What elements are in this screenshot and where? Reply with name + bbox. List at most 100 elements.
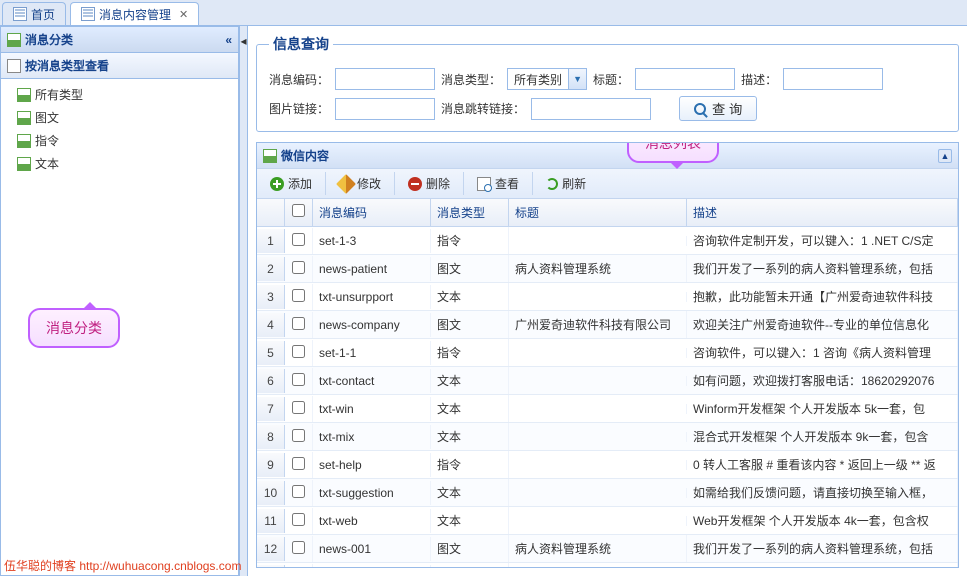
- table-row[interactable]: 4news-company图文广州爱奇迪软件科技有限公司欢迎关注广州爱奇迪软件-…: [257, 311, 958, 339]
- tree-item-all[interactable]: 所有类型: [13, 83, 238, 106]
- refresh-button[interactable]: 刷新: [539, 172, 593, 195]
- collapse-up-icon[interactable]: ▲: [938, 149, 952, 163]
- cell-title: [509, 432, 687, 442]
- table-row[interactable]: 1set-1-3指令咨询软件定制开发，可以键入：1 .NET C/S定: [257, 227, 958, 255]
- cell-desc: 如有问题，欢迎拨打客服电话：18620292076: [687, 367, 958, 394]
- row-checkbox[interactable]: [285, 424, 313, 450]
- callout-category: 消息分类: [28, 308, 120, 348]
- table-row[interactable]: 9set-help指令0 转人工客服 # 重看该内容 * 返回上一级 ** 返: [257, 451, 958, 479]
- close-icon[interactable]: ✕: [179, 8, 188, 21]
- table-row[interactable]: 2news-patient图文病人资料管理系统我们开发了一系列的病人资料管理系统…: [257, 255, 958, 283]
- cell-desc: 了解我们可以通过键入：1 查看公司信息 2 联: [687, 563, 958, 567]
- col-title[interactable]: 标题: [509, 199, 687, 226]
- cell-code: txt-contact: [313, 369, 431, 393]
- note-icon: [7, 59, 21, 73]
- cell-code: news-001: [313, 537, 431, 561]
- rownum: 12: [257, 537, 285, 561]
- tree-item-tuwen[interactable]: 图文: [13, 106, 238, 129]
- button-label: 查看: [495, 175, 519, 192]
- table-row[interactable]: 6txt-contact文本如有问题，欢迎拨打客服电话：18620292076: [257, 367, 958, 395]
- col-checkbox-all[interactable]: [285, 199, 313, 226]
- cell-title: [509, 516, 687, 526]
- row-checkbox[interactable]: [285, 536, 313, 562]
- cell-code: txt-mix: [313, 425, 431, 449]
- row-checkbox[interactable]: [285, 340, 313, 366]
- page-icon: [13, 7, 27, 21]
- input-title[interactable]: [635, 68, 735, 90]
- add-button[interactable]: 添加: [263, 172, 319, 195]
- row-checkbox[interactable]: [285, 368, 313, 394]
- input-imglink[interactable]: [335, 98, 435, 120]
- row-checkbox[interactable]: [285, 396, 313, 422]
- table-row[interactable]: 12news-001图文病人资料管理系统我们开发了一系列的病人资料管理系统，包括: [257, 535, 958, 563]
- tree-item-wenben[interactable]: 文本: [13, 152, 238, 175]
- grid-icon: [17, 111, 31, 125]
- table-row[interactable]: 3txt-unsurpport文本抱歉，此功能暂未开通【广州爱奇迪软件科技: [257, 283, 958, 311]
- grid-icon: [7, 33, 21, 47]
- rownum: 9: [257, 453, 285, 477]
- cell-type: 指令: [431, 227, 509, 254]
- table-row[interactable]: 8txt-mix文本混合式开发框架 个人开发版本 9k一套，包含: [257, 423, 958, 451]
- grid-column-header: 消息编码 消息类型 标题 描述: [257, 199, 958, 227]
- cell-desc: 我们开发了一系列的病人资料管理系统，包括: [687, 535, 958, 562]
- collapse-icon[interactable]: «: [225, 33, 232, 47]
- grid-icon: [17, 157, 31, 171]
- cell-type: 指令: [431, 451, 509, 478]
- table-row[interactable]: 10txt-suggestion文本如需给我们反馈问题，请直接切换至输入框，: [257, 479, 958, 507]
- table-row[interactable]: 5set-1-1指令咨询软件，可以键入：1 咨询《病人资料管理: [257, 339, 958, 367]
- table-row[interactable]: 11txt-web文本Web开发框架 个人开发版本 4k一套，包含权: [257, 507, 958, 535]
- view-button[interactable]: 查看: [470, 172, 526, 195]
- callout-text: 消息列表: [645, 142, 701, 151]
- button-label: 修改: [357, 175, 381, 192]
- cell-type: 指令: [431, 563, 509, 567]
- tab-home[interactable]: 首页: [2, 2, 66, 25]
- rownum: 4: [257, 313, 285, 337]
- rownum: 1: [257, 229, 285, 253]
- row-checkbox[interactable]: [285, 256, 313, 282]
- cell-title: [509, 460, 687, 470]
- row-checkbox[interactable]: [285, 228, 313, 254]
- grid-icon: [263, 149, 277, 163]
- row-checkbox[interactable]: [285, 508, 313, 534]
- splitter[interactable]: ◂: [240, 26, 248, 576]
- grid-icon: [17, 134, 31, 148]
- col-desc[interactable]: 描述: [687, 199, 958, 226]
- tab-message-manage[interactable]: 消息内容管理 ✕: [70, 2, 199, 25]
- select-type[interactable]: 所有类别 ▼: [507, 68, 587, 90]
- row-checkbox[interactable]: [285, 564, 313, 568]
- grid-body: 1set-1-3指令咨询软件定制开发，可以键入：1 .NET C/S定2news…: [257, 227, 958, 567]
- tree-item-zhiling[interactable]: 指令: [13, 129, 238, 152]
- sidebar-subheader[interactable]: 按消息类型查看: [0, 53, 239, 79]
- cell-type: 文本: [431, 479, 509, 506]
- cell-type: 指令: [431, 339, 509, 366]
- col-type[interactable]: 消息类型: [431, 199, 509, 226]
- callout-list: 消息列表: [627, 142, 719, 163]
- cell-desc: 0 转人工客服 # 重看该内容 * 返回上一级 ** 返: [687, 451, 958, 478]
- row-checkbox[interactable]: [285, 284, 313, 310]
- cell-desc: Web开发框架 个人开发版本 4k一套，包含权: [687, 507, 958, 534]
- cell-type: 图文: [431, 311, 509, 338]
- cell-title: [509, 488, 687, 498]
- col-rownum: [257, 199, 285, 226]
- cell-title: [509, 236, 687, 246]
- label-type: 消息类型：: [441, 71, 501, 88]
- table-row[interactable]: 13set-1-4指令了解我们可以通过键入：1 查看公司信息 2 联: [257, 563, 958, 567]
- col-code[interactable]: 消息编码: [313, 199, 431, 226]
- cell-type: 文本: [431, 367, 509, 394]
- delete-button[interactable]: 删除: [401, 172, 457, 195]
- input-code[interactable]: [335, 68, 435, 90]
- cell-type: 图文: [431, 535, 509, 562]
- input-jumplink[interactable]: [531, 98, 651, 120]
- view-icon: [477, 177, 491, 191]
- table-row[interactable]: 7txt-win文本Winform开发框架 个人开发版本 5k一套，包: [257, 395, 958, 423]
- edit-button[interactable]: 修改: [332, 172, 388, 195]
- search-button[interactable]: 查 询: [679, 96, 757, 121]
- row-checkbox[interactable]: [285, 312, 313, 338]
- grid-header: 微信内容 ▲: [257, 143, 958, 168]
- cell-desc: 我们开发了一系列的病人资料管理系统，包括: [687, 255, 958, 282]
- row-checkbox[interactable]: [285, 452, 313, 478]
- refresh-icon: [546, 178, 558, 190]
- cell-code: news-company: [313, 313, 431, 337]
- input-desc[interactable]: [783, 68, 883, 90]
- row-checkbox[interactable]: [285, 480, 313, 506]
